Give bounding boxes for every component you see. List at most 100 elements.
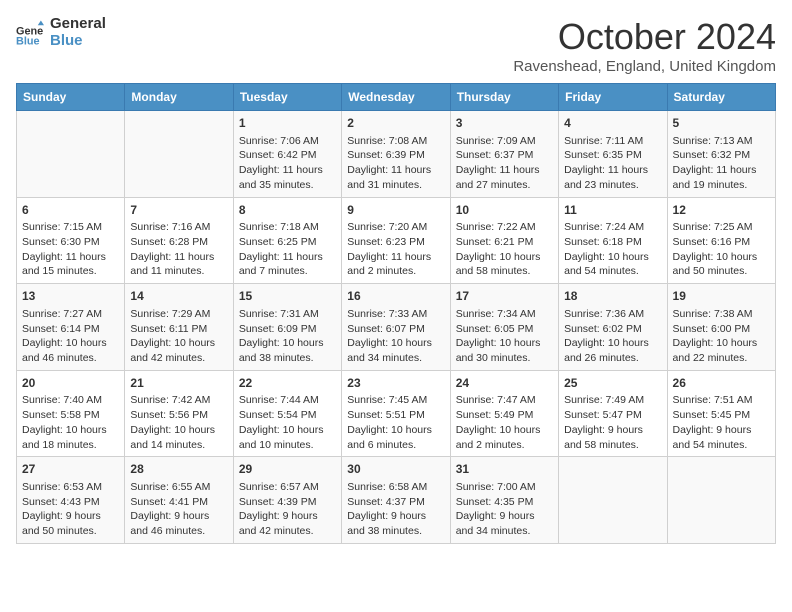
day-number: 18 — [564, 288, 661, 305]
day-info: Sunrise: 7:11 AM — [564, 134, 661, 149]
day-info: Sunset: 6:14 PM — [22, 322, 119, 337]
calendar-cell — [125, 111, 233, 198]
day-info: Daylight: 9 hours and 50 minutes. — [22, 509, 119, 538]
day-number: 1 — [239, 115, 336, 132]
day-info: Sunrise: 7:24 AM — [564, 220, 661, 235]
day-number: 23 — [347, 375, 444, 392]
day-info: Daylight: 10 hours and 42 minutes. — [130, 336, 227, 365]
day-number: 24 — [456, 375, 553, 392]
day-info: Daylight: 11 hours and 27 minutes. — [456, 163, 553, 192]
logo: General Blue General Blue — [16, 16, 106, 49]
day-info: Sunset: 5:56 PM — [130, 408, 227, 423]
day-info: Sunset: 5:45 PM — [673, 408, 770, 423]
calendar-cell: 18Sunrise: 7:36 AMSunset: 6:02 PMDayligh… — [559, 284, 667, 371]
calendar-row: 1Sunrise: 7:06 AMSunset: 6:42 PMDaylight… — [17, 111, 776, 198]
month-title: October 2024 — [513, 16, 776, 58]
day-info: Sunrise: 7:33 AM — [347, 307, 444, 322]
day-info: Sunrise: 7:08 AM — [347, 134, 444, 149]
day-info: Sunset: 6:32 PM — [673, 148, 770, 163]
weekday-header-row: SundayMondayTuesdayWednesdayThursdayFrid… — [17, 84, 776, 111]
calendar-cell: 26Sunrise: 7:51 AMSunset: 5:45 PMDayligh… — [667, 370, 775, 457]
day-info: Sunrise: 7:42 AM — [130, 393, 227, 408]
day-info: Sunrise: 7:22 AM — [456, 220, 553, 235]
day-info: Sunrise: 7:25 AM — [673, 220, 770, 235]
day-info: Sunset: 6:00 PM — [673, 322, 770, 337]
day-info: Daylight: 11 hours and 11 minutes. — [130, 250, 227, 279]
day-info: Sunset: 6:37 PM — [456, 148, 553, 163]
calendar-cell: 28Sunrise: 6:55 AMSunset: 4:41 PMDayligh… — [125, 457, 233, 544]
day-number: 11 — [564, 202, 661, 219]
day-info: Sunset: 5:54 PM — [239, 408, 336, 423]
day-number: 12 — [673, 202, 770, 219]
day-info: Daylight: 10 hours and 14 minutes. — [130, 423, 227, 452]
day-info: Sunset: 6:23 PM — [347, 235, 444, 250]
day-number: 10 — [456, 202, 553, 219]
day-info: Sunset: 6:09 PM — [239, 322, 336, 337]
day-info: Sunset: 6:28 PM — [130, 235, 227, 250]
day-info: Daylight: 10 hours and 46 minutes. — [22, 336, 119, 365]
day-info: Sunrise: 6:53 AM — [22, 480, 119, 495]
day-info: Sunrise: 7:15 AM — [22, 220, 119, 235]
day-number: 22 — [239, 375, 336, 392]
day-info: Daylight: 10 hours and 38 minutes. — [239, 336, 336, 365]
day-info: Sunrise: 7:51 AM — [673, 393, 770, 408]
weekday-header: Tuesday — [233, 84, 341, 111]
day-number: 3 — [456, 115, 553, 132]
day-info: Sunrise: 7:36 AM — [564, 307, 661, 322]
day-info: Sunrise: 7:00 AM — [456, 480, 553, 495]
calendar-cell: 19Sunrise: 7:38 AMSunset: 6:00 PMDayligh… — [667, 284, 775, 371]
day-info: Sunset: 6:02 PM — [564, 322, 661, 337]
weekday-header: Wednesday — [342, 84, 450, 111]
weekday-header: Thursday — [450, 84, 558, 111]
day-info: Daylight: 10 hours and 54 minutes. — [564, 250, 661, 279]
day-info: Sunrise: 7:16 AM — [130, 220, 227, 235]
day-number: 21 — [130, 375, 227, 392]
calendar-cell: 1Sunrise: 7:06 AMSunset: 6:42 PMDaylight… — [233, 111, 341, 198]
day-info: Daylight: 9 hours and 54 minutes. — [673, 423, 770, 452]
calendar-cell: 22Sunrise: 7:44 AMSunset: 5:54 PMDayligh… — [233, 370, 341, 457]
day-info: Daylight: 10 hours and 30 minutes. — [456, 336, 553, 365]
calendar-cell: 5Sunrise: 7:13 AMSunset: 6:32 PMDaylight… — [667, 111, 775, 198]
location-subtitle: Ravenshead, England, United Kingdom — [513, 58, 776, 75]
calendar-cell: 24Sunrise: 7:47 AMSunset: 5:49 PMDayligh… — [450, 370, 558, 457]
day-number: 27 — [22, 461, 119, 478]
day-info: Sunset: 5:47 PM — [564, 408, 661, 423]
day-info: Sunset: 6:30 PM — [22, 235, 119, 250]
page-header: General Blue General Blue October 2024 R… — [16, 16, 776, 75]
day-info: Sunset: 6:07 PM — [347, 322, 444, 337]
day-info: Sunset: 5:58 PM — [22, 408, 119, 423]
day-info: Sunrise: 7:31 AM — [239, 307, 336, 322]
day-number: 4 — [564, 115, 661, 132]
day-number: 29 — [239, 461, 336, 478]
svg-text:Blue: Blue — [16, 35, 40, 46]
day-number: 5 — [673, 115, 770, 132]
day-info: Sunset: 4:39 PM — [239, 495, 336, 510]
day-info: Sunset: 4:35 PM — [456, 495, 553, 510]
day-info: Sunrise: 7:34 AM — [456, 307, 553, 322]
day-info: Sunrise: 6:57 AM — [239, 480, 336, 495]
calendar-cell: 6Sunrise: 7:15 AMSunset: 6:30 PMDaylight… — [17, 197, 125, 284]
day-info: Sunrise: 7:27 AM — [22, 307, 119, 322]
day-info: Daylight: 9 hours and 46 minutes. — [130, 509, 227, 538]
day-number: 16 — [347, 288, 444, 305]
weekday-header: Monday — [125, 84, 233, 111]
calendar-cell: 13Sunrise: 7:27 AMSunset: 6:14 PMDayligh… — [17, 284, 125, 371]
weekday-header: Sunday — [17, 84, 125, 111]
calendar-cell: 8Sunrise: 7:18 AMSunset: 6:25 PMDaylight… — [233, 197, 341, 284]
calendar-cell: 14Sunrise: 7:29 AMSunset: 6:11 PMDayligh… — [125, 284, 233, 371]
day-info: Daylight: 11 hours and 2 minutes. — [347, 250, 444, 279]
calendar-cell — [667, 457, 775, 544]
day-number: 25 — [564, 375, 661, 392]
day-info: Sunrise: 6:58 AM — [347, 480, 444, 495]
day-info: Sunset: 4:41 PM — [130, 495, 227, 510]
day-number: 19 — [673, 288, 770, 305]
day-info: Daylight: 11 hours and 35 minutes. — [239, 163, 336, 192]
day-info: Daylight: 11 hours and 23 minutes. — [564, 163, 661, 192]
calendar-cell: 11Sunrise: 7:24 AMSunset: 6:18 PMDayligh… — [559, 197, 667, 284]
logo-general: General — [50, 16, 106, 33]
day-number: 8 — [239, 202, 336, 219]
calendar-cell: 2Sunrise: 7:08 AMSunset: 6:39 PMDaylight… — [342, 111, 450, 198]
weekday-header: Saturday — [667, 84, 775, 111]
calendar-row: 6Sunrise: 7:15 AMSunset: 6:30 PMDaylight… — [17, 197, 776, 284]
day-info: Sunrise: 7:29 AM — [130, 307, 227, 322]
